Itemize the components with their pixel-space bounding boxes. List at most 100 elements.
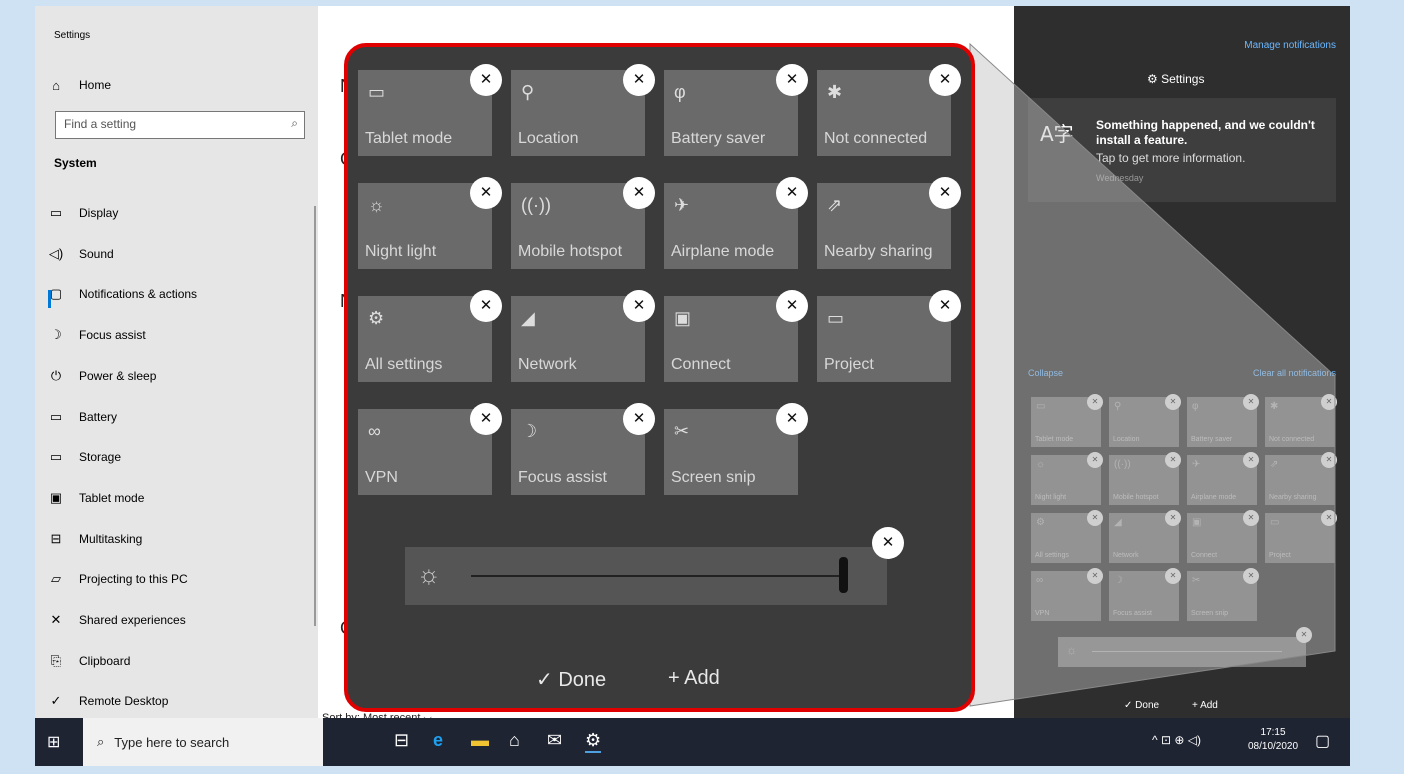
unpin-icon[interactable]: ✕ bbox=[1243, 394, 1259, 410]
system-tray[interactable]: ^ ⊡ ⊕ ◁) bbox=[1152, 733, 1201, 747]
taskbar: ⊞ ⌕ Type here to search ⊟ e ▬ ⌂ ✉ ⚙ ^ ⊡ … bbox=[35, 718, 1350, 766]
taskbar-search[interactable]: ⌕ Type here to search bbox=[83, 718, 323, 766]
unpin-icon[interactable]: ✕ bbox=[1321, 394, 1337, 410]
clock-date: 08/10/2020 bbox=[1248, 741, 1299, 752]
unpin-icon[interactable]: ✕ bbox=[1087, 394, 1103, 410]
sidebar-item[interactable]: ▭ Battery bbox=[45, 403, 305, 431]
sidebar-item[interactable]: ▭ Display bbox=[45, 199, 305, 227]
tile-icon: ✈ bbox=[674, 195, 690, 215]
brightness-slider[interactable]: ☼ bbox=[405, 547, 887, 605]
unpin-icon[interactable]: ✕ bbox=[1165, 394, 1181, 410]
sidebar-item[interactable]: ▱ Projecting to this PC bbox=[45, 565, 305, 593]
tile-icon: ▭ bbox=[368, 82, 386, 102]
unpin-icon[interactable]: ✕ bbox=[1296, 627, 1312, 643]
done-button[interactable]: ✓ Done bbox=[1124, 700, 1159, 711]
tile-icon: ⇗ bbox=[827, 195, 843, 215]
windows-start-icon[interactable]: ⊞ bbox=[47, 732, 60, 752]
tile-icon: ☼ bbox=[1036, 459, 1046, 470]
notification-date: Wednesday bbox=[1096, 173, 1144, 183]
home-icon: ⌂ bbox=[52, 77, 60, 93]
manage-notifications-link[interactable]: Manage notifications bbox=[1244, 40, 1336, 51]
settings-taskbar-icon[interactable]: ⚙ bbox=[585, 730, 602, 753]
unpin-icon[interactable]: ✕ bbox=[470, 64, 502, 96]
slider-thumb[interactable] bbox=[839, 557, 848, 593]
section-title: System bbox=[54, 156, 97, 170]
sun-icon: ☼ bbox=[417, 559, 441, 589]
sidebar-item[interactable]: ◁) Sound bbox=[45, 240, 305, 268]
unpin-icon[interactable]: ✕ bbox=[776, 403, 808, 435]
unpin-icon[interactable]: ✕ bbox=[623, 403, 655, 435]
small-brightness-slider[interactable]: ☼ ✕ bbox=[1058, 627, 1312, 667]
tile-icon: ▭ bbox=[1036, 401, 1046, 412]
sidebar-item[interactable]: ⎘ Clipboard bbox=[45, 647, 305, 675]
storage-icon: ▭ bbox=[49, 449, 63, 465]
notification-group-header[interactable]: ⚙ Settings bbox=[1147, 72, 1204, 86]
tile-icon: ▣ bbox=[1192, 517, 1202, 528]
sidebar-item-label: Display bbox=[79, 206, 119, 220]
unpin-icon[interactable]: ✕ bbox=[1087, 568, 1103, 584]
unpin-icon[interactable]: ✕ bbox=[1165, 568, 1181, 584]
tile-label: Connect bbox=[671, 356, 731, 373]
tile-icon: ☼ bbox=[368, 195, 385, 215]
unpin-icon[interactable]: ✕ bbox=[1321, 510, 1337, 526]
done-button[interactable]: ✓ Done bbox=[536, 667, 606, 692]
unpin-icon[interactable]: ✕ bbox=[1243, 452, 1259, 468]
sidebar-item-label: Remote Desktop bbox=[79, 694, 169, 709]
unpin-icon[interactable]: ✕ bbox=[623, 290, 655, 322]
add-button[interactable]: + Add bbox=[668, 667, 720, 690]
unpin-icon[interactable]: ✕ bbox=[470, 290, 502, 322]
action-center-icon[interactable]: ▢ bbox=[1315, 731, 1330, 751]
unpin-icon[interactable]: ✕ bbox=[929, 64, 961, 96]
sidebar-item[interactable]: ✓ Remote Desktop bbox=[45, 687, 305, 715]
unpin-icon[interactable]: ✕ bbox=[1243, 510, 1259, 526]
clock[interactable]: 17:15 08/10/2020 bbox=[1248, 726, 1298, 754]
unpin-icon[interactable]: ✕ bbox=[776, 290, 808, 322]
unpin-icon[interactable]: ✕ bbox=[1321, 452, 1337, 468]
unpin-icon[interactable]: ✕ bbox=[929, 177, 961, 209]
unpin-icon[interactable]: ✕ bbox=[1165, 510, 1181, 526]
add-button[interactable]: + Add bbox=[1192, 700, 1218, 711]
unpin-icon[interactable]: ✕ bbox=[470, 403, 502, 435]
tile-icon: ✂ bbox=[1192, 575, 1201, 586]
slider-track bbox=[1092, 651, 1282, 652]
unpin-icon[interactable]: ✕ bbox=[1087, 510, 1103, 526]
search-icon: ⌕ bbox=[291, 116, 298, 130]
sidebar-item[interactable]: ▭ Storage bbox=[45, 443, 305, 471]
search-input[interactable]: Find a setting ⌕ bbox=[55, 111, 305, 139]
unpin-icon[interactable]: ✕ bbox=[872, 527, 904, 559]
tile-label: All settings bbox=[365, 356, 443, 373]
mail-icon[interactable]: ✉ bbox=[547, 730, 562, 751]
task-view-icon[interactable]: ⊟ bbox=[394, 730, 409, 751]
unpin-icon[interactable]: ✕ bbox=[776, 177, 808, 209]
sidebar-item[interactable]: ✕ Shared experiences bbox=[45, 606, 305, 634]
display-icon: ▭ bbox=[49, 205, 63, 220]
sidebar-item[interactable]: ⏻ Power & sleep bbox=[45, 362, 305, 390]
unpin-icon[interactable]: ✕ bbox=[776, 64, 808, 96]
unpin-icon[interactable]: ✕ bbox=[623, 177, 655, 209]
file-explorer-icon[interactable]: ▬ bbox=[471, 730, 489, 751]
collapse-link[interactable]: Collapse bbox=[1028, 368, 1063, 378]
tile-label: Mobile hotspot bbox=[518, 243, 623, 260]
notification-card[interactable]: A字 Something happened, and we couldn't i… bbox=[1028, 98, 1336, 202]
tile-icon: ◢ bbox=[1114, 517, 1122, 528]
unpin-icon[interactable]: ✕ bbox=[1165, 452, 1181, 468]
sidebar-item[interactable]: ▣ Tablet mode bbox=[45, 484, 305, 512]
action-center: Manage notifications ⚙ Settings A字 Somet… bbox=[1014, 6, 1350, 718]
search-placeholder: Find a setting bbox=[64, 117, 137, 131]
sidebar-item[interactable]: ⊟ Multitasking bbox=[45, 525, 305, 553]
store-icon[interactable]: ⌂ bbox=[509, 730, 520, 751]
unpin-icon[interactable]: ✕ bbox=[470, 177, 502, 209]
unpin-icon[interactable]: ✕ bbox=[623, 64, 655, 96]
tile-label: Nearby sharing bbox=[824, 243, 933, 260]
edge-icon[interactable]: e bbox=[433, 730, 443, 751]
unpin-icon[interactable]: ✕ bbox=[929, 290, 961, 322]
sidebar-item[interactable]: ☽ Focus assist bbox=[45, 321, 305, 349]
sidebar-item[interactable]: ▢ Notifications & actions bbox=[45, 280, 305, 308]
tile-icon: ∞ bbox=[1036, 575, 1044, 586]
clear-all-link[interactable]: Clear all notifications bbox=[1253, 368, 1336, 378]
unpin-icon[interactable]: ✕ bbox=[1087, 452, 1103, 468]
tile-label: Nearby sharing bbox=[1269, 494, 1317, 501]
unpin-icon[interactable]: ✕ bbox=[1243, 568, 1259, 584]
scrollbar[interactable] bbox=[314, 206, 316, 626]
sidebar-item-home[interactable]: ⌂ Home bbox=[45, 71, 305, 99]
